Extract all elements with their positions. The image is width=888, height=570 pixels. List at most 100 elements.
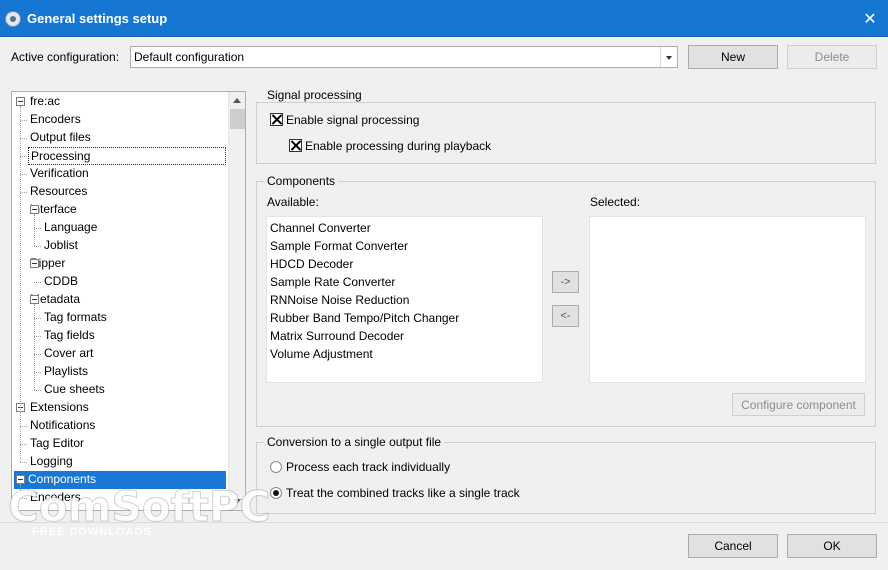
- tree-item-label: Notifications: [30, 418, 96, 432]
- tree-item-playlists[interactable]: Playlists: [42, 363, 90, 381]
- tree-item-label: Components: [28, 472, 97, 486]
- tree-item-label: Processing: [28, 147, 226, 165]
- tree-item-cue-sheets[interactable]: Cue sheets: [42, 381, 107, 399]
- tree-item-cddb[interactable]: CDDB: [42, 273, 80, 291]
- new-config-button[interactable]: New: [688, 45, 778, 69]
- list-item[interactable]: Volume Adjustment: [267, 345, 542, 363]
- signal-processing-title: Signal processing: [264, 88, 365, 102]
- scroll-up-icon[interactable]: [233, 98, 241, 103]
- tree-item-resources[interactable]: Resources: [28, 183, 89, 201]
- tree-item-encoders[interactable]: Encoders: [28, 111, 83, 129]
- tree-connector: [34, 282, 41, 283]
- tree-item-label: Encoders: [30, 490, 81, 504]
- tree-item-language[interactable]: Language: [42, 219, 99, 237]
- tree-item-extensions[interactable]: Extensions: [28, 399, 91, 417]
- tree-item-encoders[interactable]: Encoders: [28, 489, 83, 507]
- ok-button[interactable]: OK: [787, 534, 877, 558]
- freac-icon: [5, 11, 21, 27]
- configure-component-button[interactable]: Configure component: [732, 393, 865, 416]
- tree-item-label: Cue sheets: [44, 382, 105, 396]
- active-config-value: Default configuration: [134, 50, 245, 64]
- cancel-button[interactable]: Cancel: [688, 534, 778, 558]
- tree-item-tag-editor[interactable]: Tag Editor: [28, 435, 86, 453]
- list-item[interactable]: RNNoise Noise Reduction: [267, 291, 542, 309]
- enable-signal-processing-checkbox[interactable]: [270, 113, 283, 126]
- scroll-thumb[interactable]: [230, 109, 245, 129]
- selected-components-list[interactable]: [589, 216, 866, 383]
- list-item[interactable]: HDCD Decoder: [267, 255, 542, 273]
- list-item[interactable]: Channel Converter: [267, 219, 542, 237]
- delete-config-button[interactable]: Delete: [787, 45, 877, 69]
- tree-item-fre-ac[interactable]: fre:ac: [28, 93, 62, 111]
- tree-item-notifications[interactable]: Notifications: [28, 417, 97, 435]
- tree-item-cover-art[interactable]: Cover art: [42, 345, 95, 363]
- list-item[interactable]: Rubber Band Tempo/Pitch Changer: [267, 309, 542, 327]
- enable-signal-processing-label: Enable signal processing: [286, 113, 420, 127]
- list-item[interactable]: Sample Rate Converter: [267, 273, 542, 291]
- signal-processing-group: [256, 102, 876, 164]
- tree-connector: [34, 354, 41, 355]
- tree-item-label: Output files: [30, 130, 91, 144]
- enable-processing-playback-label: Enable processing during playback: [305, 139, 492, 153]
- tree-item-output-files[interactable]: Output files: [28, 129, 93, 147]
- tree-connector: [34, 318, 41, 319]
- tree-connector: [20, 444, 27, 445]
- treat-combined-radio[interactable]: [270, 487, 282, 499]
- available-components-list[interactable]: Channel Converter Sample Format Converter…: [266, 216, 543, 383]
- tree-item-label: CDDB: [44, 274, 79, 288]
- tree-guide-line: [20, 484, 21, 498]
- tree-connector: [20, 498, 27, 499]
- tree-item-label: Resources: [30, 184, 88, 198]
- remove-component-button[interactable]: <-: [552, 305, 579, 327]
- tree-item-label: Extensions: [30, 400, 89, 414]
- chevron-down-icon[interactable]: [660, 47, 677, 67]
- tree-guide-line: [20, 412, 21, 462]
- tree-connector: [34, 336, 41, 337]
- tree-item-tag-formats[interactable]: Tag formats: [42, 309, 109, 327]
- tree-item-components[interactable]: Components: [14, 471, 226, 489]
- tree-item-label: Verification: [30, 166, 89, 180]
- tree-connector: [34, 228, 41, 229]
- tree-item-verification[interactable]: Verification: [28, 165, 91, 183]
- available-label: Available:: [267, 195, 319, 209]
- tree-item-logging[interactable]: Logging: [28, 453, 75, 471]
- tree-item-label: Language: [44, 220, 98, 234]
- tree-connector: [20, 138, 27, 139]
- scroll-down-icon[interactable]: [233, 499, 241, 504]
- tree-item-label: Tag formats: [44, 310, 107, 324]
- close-icon[interactable]: ✕: [862, 9, 878, 29]
- treat-combined-label: Treat the combined tracks like a single …: [286, 486, 520, 500]
- enable-processing-playback-checkbox[interactable]: [289, 139, 302, 152]
- tree-item-joblist[interactable]: Joblist: [42, 237, 80, 255]
- tree-item-label: Cover art: [44, 346, 94, 360]
- settings-tree[interactable]: fre:ac Encoders Output files Processing Veri…: [11, 91, 246, 511]
- tree-item-label: Logging: [30, 454, 73, 468]
- tree-item-tag-fields[interactable]: Tag fields: [42, 327, 97, 345]
- collapse-icon[interactable]: [16, 475, 25, 484]
- collapse-icon[interactable]: [30, 295, 39, 304]
- tree-item-label: Joblist: [44, 238, 79, 252]
- conversion-title: Conversion to a single output file: [264, 435, 445, 449]
- add-component-button[interactable]: ->: [552, 271, 579, 293]
- tree-scrollbar[interactable]: [228, 92, 245, 510]
- collapse-icon[interactable]: [16, 97, 25, 106]
- collapse-icon[interactable]: [30, 205, 39, 214]
- tree-guide-line: [34, 214, 35, 246]
- tree-connector: [34, 246, 41, 247]
- title-bar: General settings setup ✕: [0, 0, 888, 37]
- tree-item-label: Tag fields: [44, 328, 95, 342]
- tree-connector: [34, 390, 41, 391]
- collapse-icon[interactable]: [30, 259, 39, 268]
- tree-item-label: Tag Editor: [30, 436, 85, 450]
- tree-guide-line: [20, 106, 21, 444]
- list-item[interactable]: Sample Format Converter: [267, 237, 542, 255]
- process-individually-radio[interactable]: [270, 461, 282, 473]
- tree-item-processing[interactable]: Processing: [28, 147, 226, 165]
- selected-label: Selected:: [590, 195, 641, 209]
- tree-connector: [20, 462, 27, 463]
- tree-connector: [34, 372, 41, 373]
- active-config-select[interactable]: Default configuration: [130, 46, 678, 68]
- tree-item-label: Playlists: [44, 364, 89, 378]
- list-item[interactable]: Matrix Surround Decoder: [267, 327, 542, 345]
- tree-item-label: fre:ac: [30, 94, 61, 108]
